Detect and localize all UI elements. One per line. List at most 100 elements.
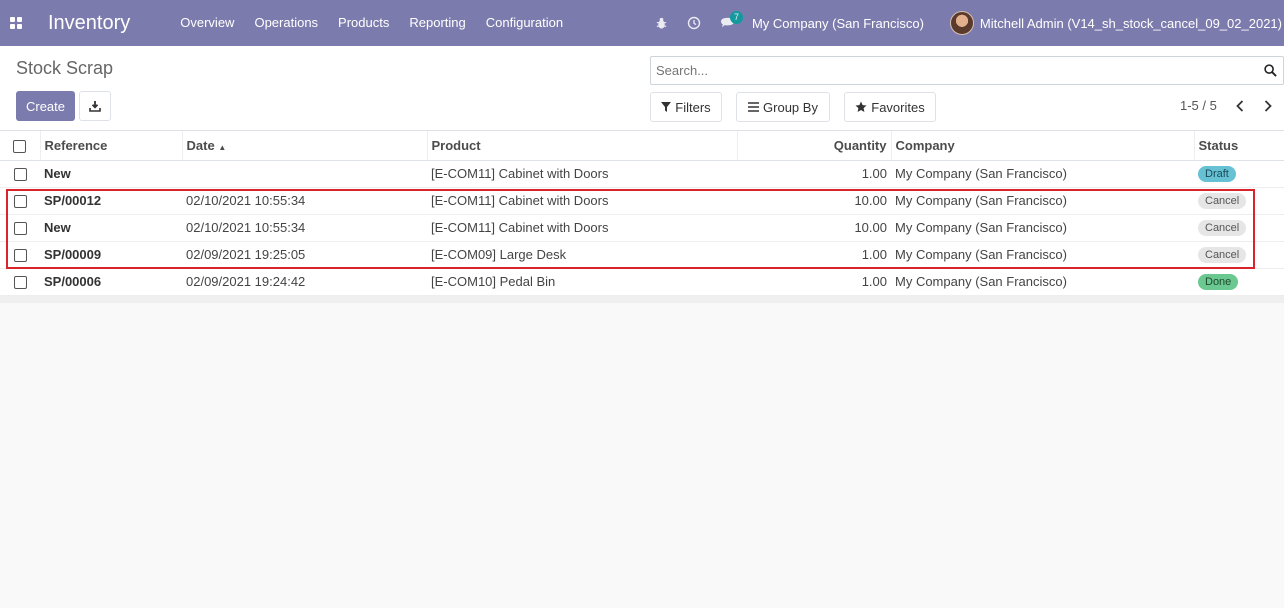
download-icon	[89, 101, 101, 112]
cell-date[interactable]: 02/09/2021 19:25:05	[182, 241, 427, 269]
cell-company[interactable]: My Company (San Francisco)	[891, 187, 1194, 215]
search-icon[interactable]	[1264, 64, 1277, 80]
cell-status[interactable]: Draft	[1194, 160, 1284, 188]
cell-company[interactable]: My Company (San Francisco)	[891, 241, 1194, 269]
row-checkbox-cell[interactable]	[0, 160, 40, 188]
cell-company[interactable]: My Company (San Francisco)	[891, 160, 1194, 188]
create-button[interactable]: Create	[16, 91, 75, 121]
status-badge: Draft	[1198, 166, 1236, 182]
row-checkbox[interactable]	[13, 222, 27, 236]
column-header-quantity[interactable]: Quantity	[737, 131, 892, 161]
menu-operations[interactable]: Operations	[244, 0, 328, 46]
row-checkbox[interactable]	[13, 249, 27, 263]
cell-status[interactable]: Cancel	[1194, 214, 1284, 242]
cell-status[interactable]: Cancel	[1194, 187, 1284, 215]
cell-date[interactable]: 02/09/2021 19:24:42	[182, 268, 427, 296]
row-checkbox[interactable]	[13, 195, 27, 209]
cell-reference[interactable]: New	[40, 214, 182, 242]
cell-quantity[interactable]: 10.00	[737, 187, 891, 215]
top-navbar: Inventory Overview Operations Products R…	[0, 0, 1284, 46]
status-badge: Cancel	[1198, 247, 1247, 263]
column-header-company[interactable]: Company	[891, 131, 1195, 161]
row-checkbox-cell[interactable]	[0, 187, 40, 215]
export-button[interactable]	[79, 91, 111, 121]
messages-icon[interactable]: 7	[711, 0, 744, 46]
cell-quantity[interactable]: 10.00	[737, 214, 891, 242]
cell-product[interactable]: [E-COM10] Pedal Bin	[427, 268, 737, 296]
bars-icon	[748, 102, 760, 112]
cell-product[interactable]: [E-COM11] Cabinet with Doors	[427, 214, 737, 242]
apps-menu-icon[interactable]	[0, 0, 32, 46]
select-all-checkbox[interactable]	[13, 139, 27, 153]
menu-reporting[interactable]: Reporting	[399, 0, 475, 46]
cell-date[interactable]	[182, 160, 427, 188]
cell-reference[interactable]: New	[40, 160, 182, 188]
navbar-systray: 7 My Company (San Francisco) Mitchell Ad…	[645, 0, 1284, 46]
filters-label: Filters	[675, 99, 711, 115]
row-checkbox[interactable]	[13, 276, 27, 290]
row-checkbox-cell[interactable]	[0, 241, 40, 269]
group-by-button[interactable]: Group By	[736, 92, 830, 122]
table-row[interactable]: SP/00006 02/09/2021 19:24:42 [E-COM10] P…	[0, 268, 1284, 296]
table-row[interactable]: New 02/10/2021 10:55:34 [E-COM11] Cabine…	[0, 214, 1284, 242]
cell-product[interactable]: [E-COM09] Large Desk	[427, 241, 737, 269]
user-avatar[interactable]	[949, 11, 974, 35]
chevron-left-icon	[1236, 100, 1244, 112]
cell-date[interactable]: 02/10/2021 10:55:34	[182, 187, 427, 215]
table-row[interactable]: New [E-COM11] Cabinet with Doors 1.00 My…	[0, 160, 1284, 188]
table-footer-cell	[0, 295, 1284, 303]
cell-reference[interactable]: SP/00009	[40, 241, 182, 269]
cell-quantity[interactable]: 1.00	[737, 241, 891, 269]
row-checkbox-cell[interactable]	[0, 214, 40, 242]
pager-next-button[interactable]	[1260, 98, 1276, 114]
row-checkbox[interactable]	[13, 168, 27, 182]
user-menu[interactable]: Mitchell Admin (V14_sh_stock_cancel_09_0…	[980, 16, 1282, 31]
filters-button[interactable]: Filters	[650, 92, 722, 122]
menu-overview[interactable]: Overview	[170, 0, 244, 46]
search-input[interactable]	[651, 57, 1251, 84]
messages-count-badge: 7	[729, 11, 743, 24]
column-header-status[interactable]: Status	[1194, 131, 1284, 161]
cell-quantity[interactable]: 1.00	[737, 160, 891, 188]
status-badge: Cancel	[1198, 193, 1247, 209]
main-menu: Overview Operations Products Reporting C…	[170, 0, 573, 46]
row-checkbox-cell[interactable]	[0, 268, 40, 296]
control-panel: Stock Scrap Create Filters Group By Favo…	[0, 46, 1284, 131]
cell-company[interactable]: My Company (San Francisco)	[891, 214, 1194, 242]
sort-ascending-icon: ▲	[218, 142, 227, 152]
menu-configuration[interactable]: Configuration	[476, 0, 573, 46]
clock-icon[interactable]	[678, 0, 711, 46]
column-header-reference[interactable]: Reference	[40, 131, 183, 161]
status-badge: Cancel	[1198, 220, 1247, 236]
cell-quantity[interactable]: 1.00	[737, 268, 891, 296]
table-row[interactable]: SP/00009 02/09/2021 19:25:05 [E-COM09] L…	[0, 241, 1284, 269]
cell-reference[interactable]: SP/00012	[40, 187, 182, 215]
cell-date[interactable]: 02/10/2021 10:55:34	[182, 214, 427, 242]
scrap-list-view: Reference Date ▲ Product Quantity Compan…	[0, 131, 1284, 303]
star-icon	[855, 101, 867, 112]
cell-status[interactable]: Done	[1194, 268, 1284, 296]
company-switcher[interactable]: My Company (San Francisco)	[752, 16, 924, 31]
cell-company[interactable]: My Company (San Francisco)	[891, 268, 1194, 296]
group-by-label: Group By	[763, 99, 818, 115]
filter-icon	[661, 102, 672, 112]
pager-value[interactable]: 1-5 / 5	[1180, 98, 1217, 113]
cell-status[interactable]: Cancel	[1194, 241, 1284, 269]
table-row[interactable]: SP/00012 02/10/2021 10:55:34 [E-COM11] C…	[0, 187, 1284, 215]
column-header-date[interactable]: Date ▲	[182, 131, 428, 161]
favorites-button[interactable]: Favorites	[844, 92, 936, 122]
status-badge: Done	[1198, 274, 1239, 290]
cell-product[interactable]: [E-COM11] Cabinet with Doors	[427, 160, 737, 188]
column-header-product[interactable]: Product	[427, 131, 738, 161]
menu-products[interactable]: Products	[328, 0, 399, 46]
app-name[interactable]: Inventory	[48, 12, 130, 35]
column-header-date-label: Date	[186, 137, 215, 153]
bug-icon[interactable]	[645, 0, 678, 46]
cell-product[interactable]: [E-COM11] Cabinet with Doors	[427, 187, 737, 215]
cell-reference[interactable]: SP/00006	[40, 268, 182, 296]
scrap-table: Reference Date ▲ Product Quantity Compan…	[0, 131, 1284, 303]
select-all-checkbox-cell[interactable]	[0, 131, 41, 161]
pager-previous-button[interactable]	[1232, 98, 1248, 114]
chevron-right-icon	[1264, 100, 1272, 112]
favorites-label: Favorites	[871, 99, 925, 115]
